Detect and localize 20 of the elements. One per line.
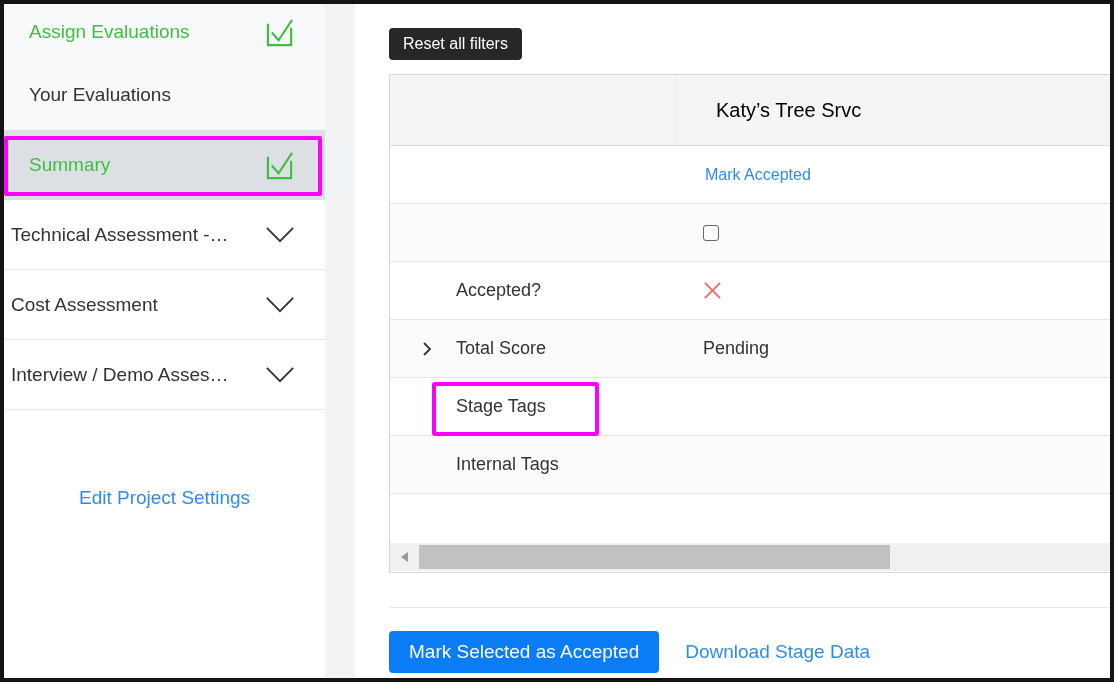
row-label: Stage Tags [456, 396, 546, 417]
mark-accepted-link[interactable]: Mark Accepted [705, 165, 811, 184]
sidebar-item[interactable]: Your Evaluations [4, 60, 325, 130]
download-link[interactable]: Download Stage Data [685, 641, 871, 663]
reset-filters-button[interactable]: Reset all filters [389, 28, 522, 60]
row-label: Accepted? [456, 280, 542, 301]
row-label: Total Score [456, 338, 547, 359]
horizontal-scrollbar[interactable] [390, 543, 1110, 571]
chevron-icon[interactable] [265, 366, 295, 383]
select-checkbox[interactable] [703, 224, 719, 241]
chevron-icon[interactable] [265, 296, 295, 313]
sidebar-item[interactable]: Assign Evaluations [4, 4, 325, 60]
scrollbar-thumb[interactable] [419, 545, 890, 569]
edit-settings-link[interactable]: Edit Project Settings [78, 486, 251, 509]
row-label: Internal Tags [456, 454, 559, 475]
score-value: Pending [703, 338, 770, 359]
chevron-icon[interactable] [422, 340, 432, 357]
chevron-icon[interactable] [265, 226, 295, 243]
mark-selected-button[interactable]: Mark Selected as Accepted [389, 631, 660, 673]
vendor-name: Katy’s Tree Srvc [716, 98, 862, 122]
